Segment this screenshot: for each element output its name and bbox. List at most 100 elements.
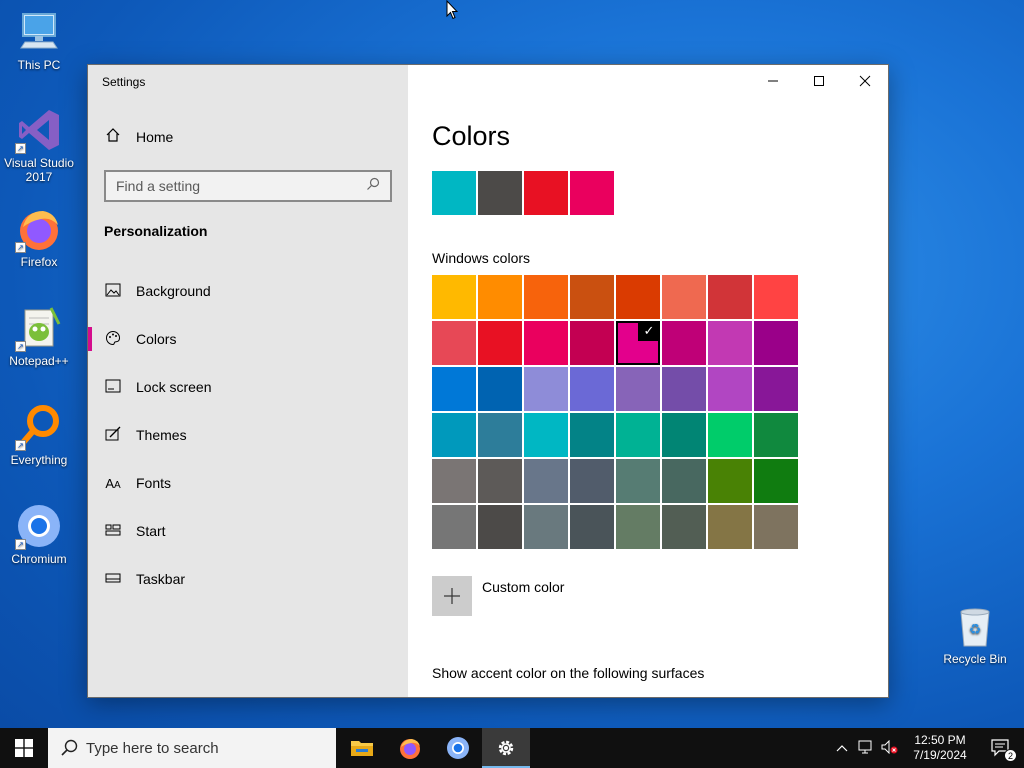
taskbar-search-input[interactable] xyxy=(86,739,316,757)
taskbar-search-box[interactable] xyxy=(48,728,336,768)
color-swatch[interactable] xyxy=(662,413,706,457)
clock[interactable]: 12:50 PM 7/19/2024 xyxy=(902,733,978,763)
color-swatch[interactable] xyxy=(616,275,660,319)
color-swatch[interactable] xyxy=(754,413,798,457)
color-swatch[interactable] xyxy=(524,413,568,457)
color-swatch[interactable] xyxy=(662,321,706,365)
desktop-icon-label: Notepad++ xyxy=(9,354,69,368)
windows-logo-icon xyxy=(15,739,33,757)
recent-color-swatch[interactable] xyxy=(478,171,522,215)
color-swatch[interactable] xyxy=(478,275,522,319)
color-swatch[interactable] xyxy=(478,505,522,549)
sidebar-item-lock-screen[interactable]: Lock screen xyxy=(88,363,408,411)
color-swatch[interactable] xyxy=(570,275,614,319)
firefox-icon xyxy=(400,739,420,759)
color-swatch[interactable] xyxy=(708,321,752,365)
sidebar-item-themes[interactable]: Themes xyxy=(88,411,408,459)
close-button[interactable] xyxy=(842,65,888,97)
color-swatch[interactable] xyxy=(754,459,798,503)
color-swatch[interactable] xyxy=(478,413,522,457)
taskbar-app-firefox[interactable] xyxy=(386,728,434,768)
color-swatch[interactable] xyxy=(570,459,614,503)
color-swatch[interactable] xyxy=(616,367,660,411)
chevron-up-icon[interactable] xyxy=(830,741,854,755)
sidebar-item-colors[interactable]: Colors xyxy=(88,315,408,363)
color-swatch[interactable] xyxy=(432,275,476,319)
color-swatch[interactable] xyxy=(524,367,568,411)
recent-color-swatch[interactable] xyxy=(432,171,476,215)
volume-muted-icon[interactable] xyxy=(878,739,902,757)
search-icon xyxy=(366,177,380,196)
color-swatch[interactable] xyxy=(524,459,568,503)
color-swatch[interactable] xyxy=(754,505,798,549)
desktop-icon-this-pc[interactable]: This PC xyxy=(1,8,77,72)
color-swatch[interactable] xyxy=(478,367,522,411)
desktop-icon-recycle-bin[interactable]: ♻ Recycle Bin xyxy=(937,602,1013,666)
search-icon xyxy=(61,739,78,756)
desktop-icon-label: This PC xyxy=(17,58,61,72)
custom-color-label: Custom color xyxy=(482,579,565,595)
color-swatch[interactable] xyxy=(432,505,476,549)
find-setting-search-box[interactable] xyxy=(104,170,392,202)
desktop-icon-everything[interactable]: ↗ Everything xyxy=(1,403,77,467)
desktop-icon-chromium[interactable]: ↗ Chromium xyxy=(1,502,77,566)
color-swatch[interactable] xyxy=(524,505,568,549)
color-swatch[interactable] xyxy=(708,459,752,503)
color-swatch[interactable] xyxy=(708,275,752,319)
color-swatch[interactable]: ✓ xyxy=(616,321,660,365)
color-swatch[interactable] xyxy=(524,321,568,365)
taskbar-app-chromium[interactable] xyxy=(434,728,482,768)
color-swatch[interactable] xyxy=(478,321,522,365)
color-swatch[interactable] xyxy=(754,275,798,319)
color-swatch[interactable] xyxy=(754,367,798,411)
color-swatch[interactable] xyxy=(570,413,614,457)
action-center-button[interactable]: 2 xyxy=(978,728,1024,768)
nav-home[interactable]: Home xyxy=(104,127,173,146)
settings-icon xyxy=(498,740,514,756)
color-swatch[interactable] xyxy=(754,321,798,365)
color-swatch[interactable] xyxy=(662,459,706,503)
desktop-icon-notepad-plus-plus[interactable]: ↗ Notepad++ xyxy=(1,304,77,368)
color-swatch[interactable] xyxy=(478,459,522,503)
network-icon[interactable] xyxy=(854,740,878,757)
color-swatch[interactable] xyxy=(570,505,614,549)
color-swatch[interactable] xyxy=(432,413,476,457)
desktop-icon-visual-studio[interactable]: ↗ Visual Studio 2017 xyxy=(1,106,77,184)
color-swatch[interactable] xyxy=(432,321,476,365)
shortcut-arrow-icon: ↗ xyxy=(15,440,26,451)
desktop-icon-firefox[interactable]: ↗ Firefox xyxy=(1,205,77,269)
color-swatch[interactable] xyxy=(524,275,568,319)
sidebar-item-label: Themes xyxy=(136,427,187,443)
minimize-button[interactable] xyxy=(750,65,796,97)
color-swatch[interactable] xyxy=(616,505,660,549)
custom-color-button[interactable]: Custom color xyxy=(432,576,564,616)
start-button[interactable] xyxy=(0,728,48,768)
color-swatch[interactable] xyxy=(616,459,660,503)
sidebar-item-background[interactable]: Background xyxy=(88,267,408,315)
checkmark-icon: ✓ xyxy=(638,321,660,341)
color-swatch[interactable] xyxy=(662,367,706,411)
taskbar-app-file-explorer[interactable] xyxy=(338,728,386,768)
picture-icon xyxy=(104,283,122,300)
color-swatch[interactable] xyxy=(708,505,752,549)
color-swatch[interactable] xyxy=(708,413,752,457)
sidebar-item-start[interactable]: Start xyxy=(88,507,408,555)
recent-color-swatch[interactable] xyxy=(524,171,568,215)
recent-color-swatch[interactable] xyxy=(570,171,614,215)
color-swatch[interactable] xyxy=(662,275,706,319)
color-swatch[interactable] xyxy=(570,367,614,411)
color-swatch[interactable] xyxy=(570,321,614,365)
sidebar-item-taskbar[interactable]: Taskbar xyxy=(88,555,408,603)
maximize-button[interactable] xyxy=(796,65,842,97)
color-swatch[interactable] xyxy=(432,367,476,411)
window-controls xyxy=(750,65,888,97)
sidebar-item-fonts[interactable]: AA Fonts xyxy=(88,459,408,507)
color-swatch[interactable] xyxy=(708,367,752,411)
taskbar-app-settings[interactable] xyxy=(482,728,530,768)
find-setting-input[interactable] xyxy=(116,178,346,194)
color-swatch[interactable] xyxy=(616,413,660,457)
color-swatch[interactable] xyxy=(432,459,476,503)
color-swatch[interactable] xyxy=(662,505,706,549)
system-tray: 12:50 PM 7/19/2024 2 xyxy=(830,728,1024,768)
chromium-icon: ↗ xyxy=(15,502,63,550)
